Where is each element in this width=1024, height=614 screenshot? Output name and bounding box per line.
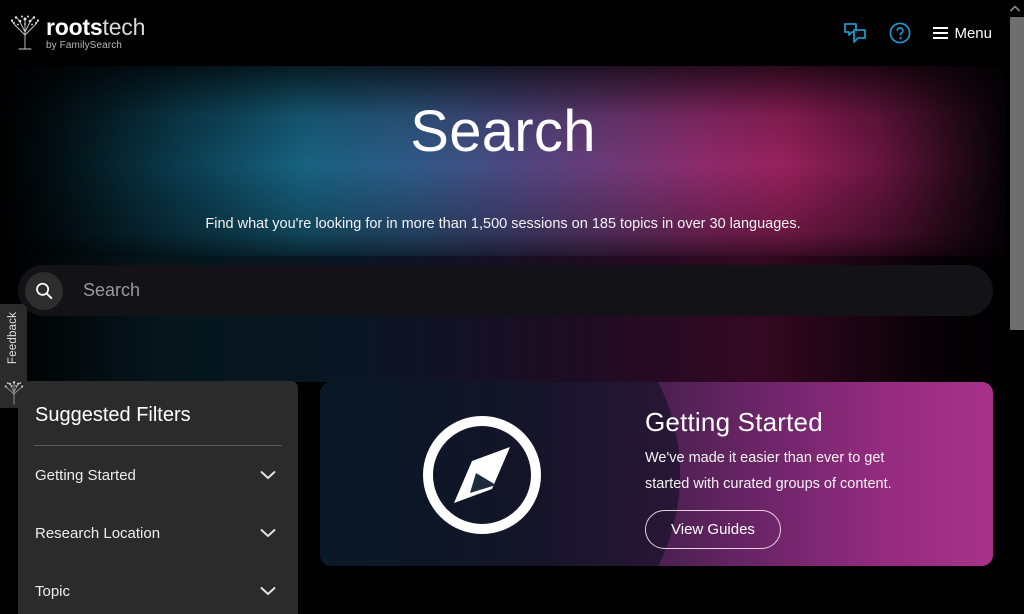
suggested-filters-panel: Suggested Filters Getting Started Resear…: [18, 381, 298, 614]
scrollbar-thumb[interactable]: [1010, 17, 1024, 330]
menu-label: Menu: [954, 24, 992, 42]
chevron-down-icon: [260, 471, 276, 479]
chevron-down-icon: [260, 587, 276, 595]
topbar-actions: Menu: [843, 21, 992, 45]
search-icon: [36, 282, 53, 299]
logo-roots-text: roots: [46, 14, 103, 40]
card-heading: Getting Started: [645, 407, 823, 437]
chevron-down-icon: [260, 529, 276, 537]
scroll-up-button[interactable]: [1006, 0, 1024, 16]
feedback-label: Feedback: [7, 311, 19, 365]
filter-item-getting-started[interactable]: Getting Started: [34, 446, 282, 504]
chevron-up-icon: [1010, 5, 1020, 11]
chat-bubbles-icon[interactable]: [843, 21, 867, 45]
logo-tagline: by FamilySearch: [46, 40, 122, 51]
card-body-text: We've made it easier than ever to get st…: [645, 450, 892, 492]
content-viewport: rootstech by FamilySearch Menu Search Fi…: [0, 0, 1006, 614]
vertical-scrollbar[interactable]: [1006, 0, 1024, 614]
top-navigation-bar: rootstech by FamilySearch Menu: [0, 0, 1006, 66]
page-title: Search: [410, 99, 596, 164]
filter-label: Research Location: [35, 524, 161, 542]
suggested-filters-title: Suggested Filters: [35, 404, 191, 426]
compass-icon: [423, 416, 541, 534]
filter-item-topic[interactable]: Topic: [34, 562, 282, 614]
hero-subtitle: Find what you're looking for in more tha…: [205, 216, 801, 232]
hero-banner: Search Find what you're looking for in m…: [0, 66, 1006, 256]
filter-item-research-location[interactable]: Research Location: [34, 504, 282, 562]
search-bar[interactable]: [18, 265, 993, 316]
page-root: rootstech by FamilySearch Menu Search Fi…: [0, 0, 1024, 614]
logo-wordmark: rootstech by FamilySearch: [46, 13, 145, 52]
hamburger-icon: [933, 27, 949, 39]
view-guides-button[interactable]: View Guides: [645, 510, 781, 549]
search-input[interactable]: [83, 280, 993, 301]
rootstech-logo[interactable]: rootstech by FamilySearch: [8, 13, 145, 53]
logo-tech-text: tech: [102, 14, 146, 40]
menu-button[interactable]: Menu: [933, 25, 992, 42]
search-button[interactable]: [25, 271, 63, 310]
filter-label: Topic: [35, 582, 71, 600]
feedback-tab[interactable]: Feedback: [0, 304, 27, 408]
filter-label: Getting Started: [35, 466, 136, 484]
question-circle-icon[interactable]: [888, 21, 912, 45]
card-text-block: Getting Started We've made it easier tha…: [645, 406, 975, 549]
getting-started-card[interactable]: Getting Started We've made it easier tha…: [320, 382, 993, 566]
family-tree-icon: [10, 15, 40, 50]
family-tree-icon: [4, 381, 24, 405]
